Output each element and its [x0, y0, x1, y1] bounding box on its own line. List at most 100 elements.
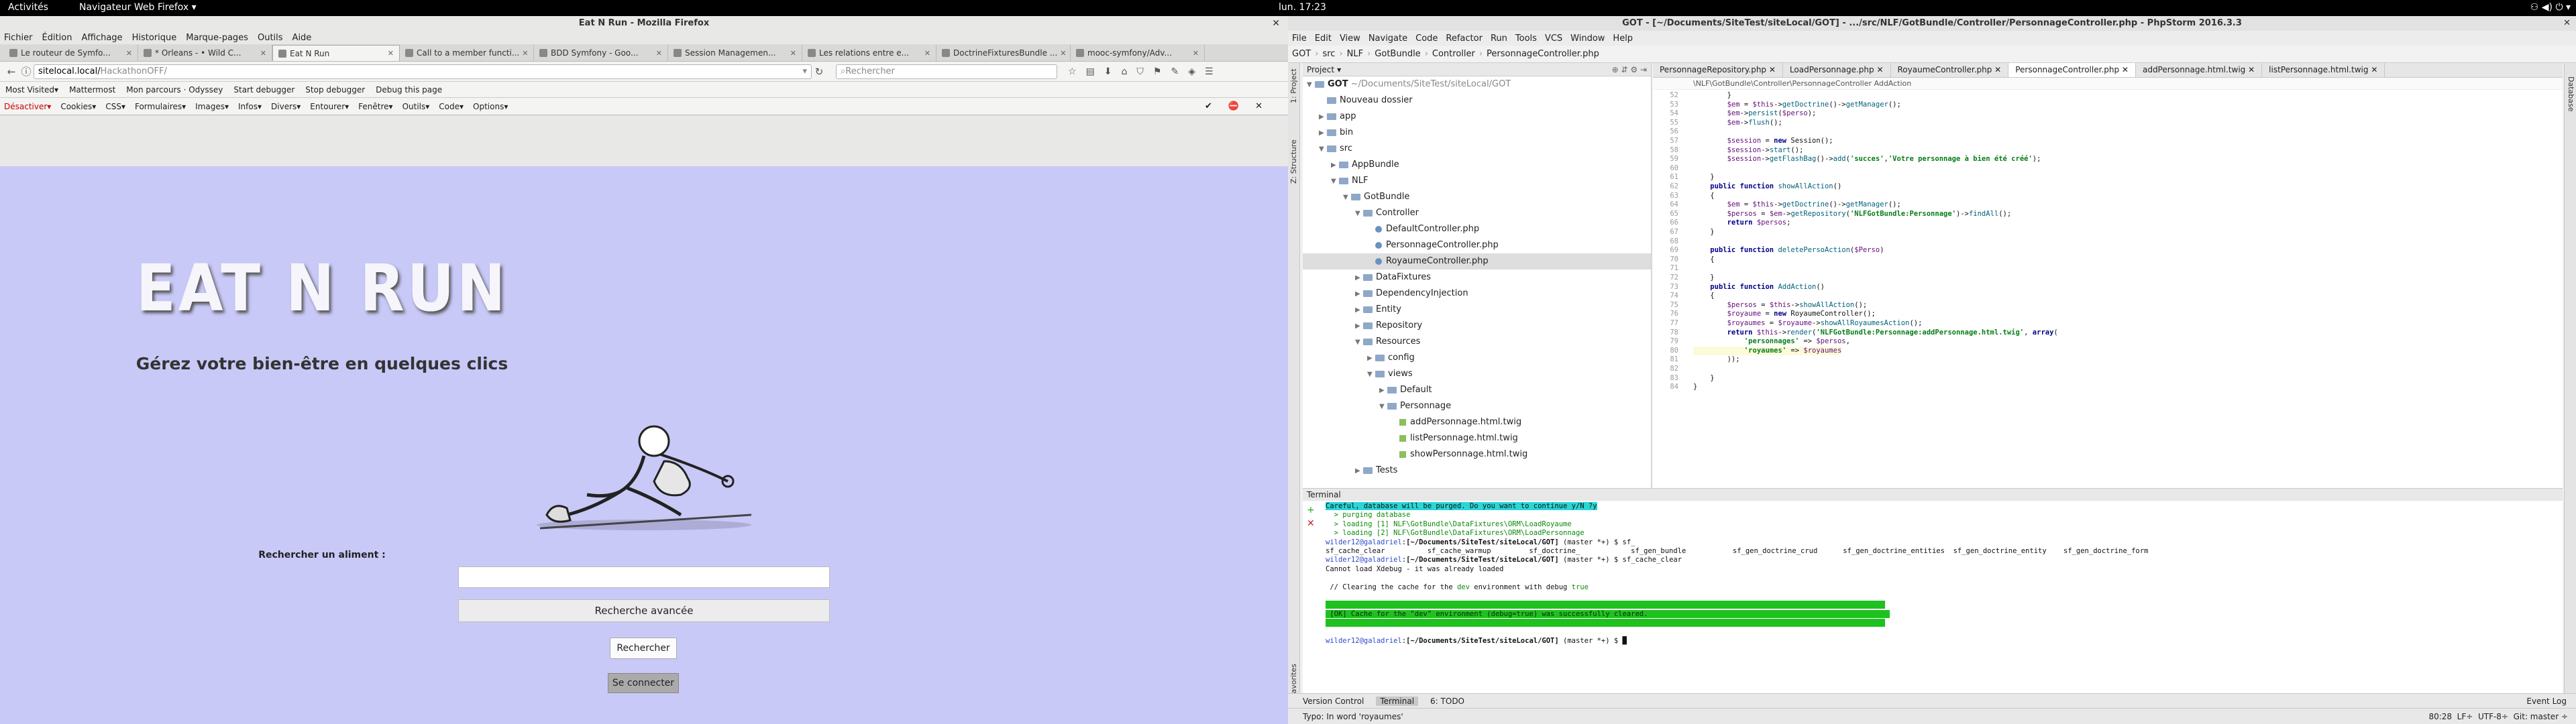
tree-node[interactable]: ▼ src: [1303, 141, 1651, 157]
collapsed-icon[interactable]: ▶: [1355, 286, 1363, 302]
reload-icon[interactable]: ↻: [812, 66, 826, 78]
tool-version-control[interactable]: Version Control: [1303, 697, 1364, 706]
library-icon[interactable]: ▤: [1086, 66, 1095, 77]
tool-todo[interactable]: 6: TODO: [1430, 697, 1464, 706]
devbar-item[interactable]: Cookies▾: [60, 102, 96, 111]
tree-node[interactable]: ▼ GotBundle: [1303, 189, 1651, 205]
info-icon[interactable]: ⓘ: [19, 64, 34, 78]
tree-node[interactable]: ▶ DataFixtures: [1303, 269, 1651, 286]
status-right[interactable]: 80:28 LF÷ UTF-8÷ Git: master ÷: [2428, 712, 2576, 721]
devbar-item[interactable]: Entourer▾: [310, 102, 349, 111]
advanced-search-button[interactable]: Recherche avancée: [458, 599, 830, 622]
devbar-item[interactable]: Outils▾: [402, 102, 430, 111]
devbar-item[interactable]: Code▾: [439, 102, 464, 111]
tree-node[interactable]: ▼ Personnage: [1303, 398, 1651, 414]
collapsed-icon[interactable]: ▶: [1355, 318, 1363, 335]
editor-tab[interactable]: PersonnageRepository.php ✕: [1653, 63, 1783, 77]
breadcrumb-item[interactable]: PersonnageController.php: [1487, 49, 1599, 59]
devbar-item[interactable]: Divers▾: [271, 102, 301, 111]
menu-file[interactable]: File: [1292, 34, 1307, 44]
close-icon[interactable]: ✕: [922, 49, 930, 58]
star-icon[interactable]: ☆: [1068, 66, 1077, 77]
menu-fichier[interactable]: Fichier: [4, 33, 33, 43]
tree-node[interactable]: ▶ bin: [1303, 125, 1651, 141]
editor-tab[interactable]: listPersonnage.html.twig ✕: [2262, 63, 2385, 77]
clock[interactable]: lun. 17:23: [1279, 2, 1326, 13]
addon-icon[interactable]: ⚑: [1153, 66, 1162, 77]
devbar-item[interactable]: Fenêtre▾: [358, 102, 392, 111]
browser-tab[interactable]: * Orleans - • Wild C... ✕: [138, 45, 272, 61]
search-input[interactable]: ⌕ Rechercher: [836, 64, 1057, 79]
collapsed-icon[interactable]: ▶: [1319, 125, 1327, 141]
bookmark-item[interactable]: Mon parcours · Odyssey: [126, 85, 223, 95]
menu-edit[interactable]: Edit: [1315, 34, 1332, 44]
menu-tools[interactable]: Tools: [1515, 34, 1537, 44]
devbar-item[interactable]: Images▾: [195, 102, 229, 111]
menu-run[interactable]: Run: [1491, 34, 1507, 44]
menu-dition[interactable]: Édition: [42, 33, 72, 43]
collapsed-icon[interactable]: ▶: [1367, 351, 1375, 367]
editor-tab[interactable]: PersonnageController.php ✕: [2008, 63, 2136, 77]
collapsed-icon[interactable]: ▶: [1331, 158, 1339, 174]
browser-tab[interactable]: mooc-symfony/Adv... ✕: [1071, 45, 1205, 61]
collapsed-icon[interactable]: ▶: [1379, 383, 1387, 399]
hamburger-menu-icon[interactable]: ☰: [1205, 66, 1214, 77]
collapsed-icon[interactable]: ▶: [1355, 302, 1363, 318]
tree-node[interactable]: ▼ NLF: [1303, 173, 1651, 189]
home-icon[interactable]: ⌂: [1122, 66, 1128, 77]
browser-tab[interactable]: DoctrineFixturesBundle ... ✕: [936, 45, 1071, 61]
menu-outils[interactable]: Outils: [258, 33, 283, 43]
browser-tab[interactable]: BDD Symfony - Goo... ✕: [534, 45, 668, 61]
devbar-item[interactable]: Infos▾: [238, 102, 262, 111]
tree-node[interactable]: ▶ Default: [1303, 382, 1651, 398]
devbar-item[interactable]: Options▾: [473, 102, 508, 111]
bookmark-item[interactable]: Mattermost: [69, 85, 115, 95]
tree-node[interactable]: ▶ Repository: [1303, 318, 1651, 334]
tree-node[interactable]: ▶ DependencyInjection: [1303, 286, 1651, 302]
browser-tab[interactable]: Les relations entre e... ✕: [802, 45, 936, 61]
panel-actions[interactable]: ⊕ ⇵ ⚙ ⇥: [1612, 65, 1651, 74]
devbar-item[interactable]: Formulaires▾: [135, 102, 186, 111]
tree-node[interactable]: ▼ Resources: [1303, 334, 1651, 350]
tree-node[interactable]: RoyaumeController.php: [1303, 253, 1651, 269]
expanded-icon[interactable]: ▼: [1355, 206, 1363, 222]
collapsed-icon[interactable]: ▶: [1319, 109, 1327, 125]
editor-tab[interactable]: RoyaumeController.php ✕: [1891, 63, 2009, 77]
breadcrumb-item[interactable]: GOT: [1292, 49, 1311, 59]
back-arrow-icon[interactable]: ←: [4, 66, 19, 78]
collapsed-icon[interactable]: ▶: [1355, 270, 1363, 286]
menu-window[interactable]: Window: [1570, 34, 1605, 44]
editor-tab[interactable]: LoadPersonnage.php ✕: [1783, 63, 1891, 77]
bookmark-item[interactable]: Most Visited▾: [5, 85, 58, 95]
tree-node[interactable]: ▶ config: [1303, 350, 1651, 366]
menu-affichage[interactable]: Affichage: [81, 33, 122, 43]
shield-icon[interactable]: ◈: [1188, 66, 1195, 77]
close-terminal-icon[interactable]: ✕: [1307, 518, 1315, 529]
close-icon[interactable]: ✕: [1272, 16, 1280, 31]
dropdown-icon[interactable]: ▾: [802, 66, 807, 76]
expanded-icon[interactable]: ▼: [1367, 367, 1375, 383]
menu-historique[interactable]: Historique: [132, 33, 177, 43]
breadcrumb-item[interactable]: GotBundle: [1375, 49, 1420, 59]
search-submit-button[interactable]: Rechercher: [610, 638, 677, 659]
activities-button[interactable]: Activités: [8, 2, 48, 13]
new-terminal-icon[interactable]: +: [1307, 505, 1315, 516]
browser-tab[interactable]: Call to a member functi... ✕: [400, 45, 534, 61]
breadcrumb-item[interactable]: Controller: [1432, 49, 1475, 59]
project-tool-button[interactable]: 1: Project: [1289, 68, 1298, 103]
close-icon[interactable]: ✕: [258, 49, 266, 58]
tree-node[interactable]: addPersonnage.html.twig: [1303, 414, 1651, 430]
close-icon[interactable]: ✕: [788, 49, 796, 58]
error-icon[interactable]: ⛔: [1228, 101, 1239, 111]
tool-terminal[interactable]: Terminal: [1376, 696, 1419, 706]
app-menu[interactable]: Navigateur Web Firefox ▾: [79, 2, 197, 13]
browser-tab[interactable]: Le routeur de Symfo... ✕: [4, 45, 138, 61]
collapsed-icon[interactable]: ▶: [1355, 463, 1363, 479]
expanded-icon[interactable]: ▼: [1319, 141, 1327, 158]
menu-code[interactable]: Code: [1415, 34, 1438, 44]
browser-tab[interactable]: Eat N Run ✕: [272, 45, 400, 61]
structure-tool-button[interactable]: Z: Structure: [1289, 139, 1298, 184]
expanded-icon[interactable]: ▼: [1307, 77, 1315, 93]
tree-node[interactable]: listPersonnage.html.twig: [1303, 430, 1651, 446]
menu-navigate[interactable]: Navigate: [1368, 34, 1407, 44]
